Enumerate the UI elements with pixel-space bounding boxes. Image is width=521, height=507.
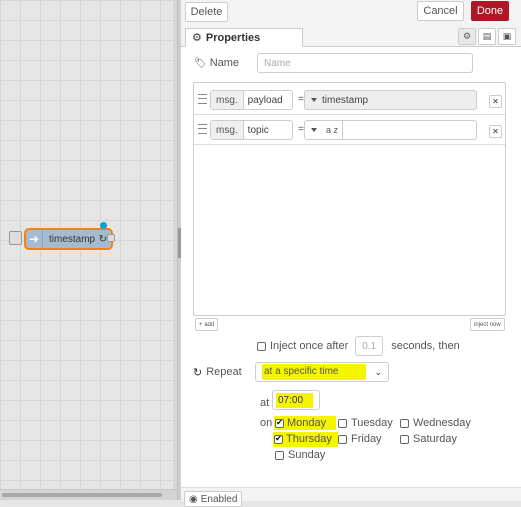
appearance-icon[interactable]: ▣ [498,28,516,45]
description-icon[interactable]: ▤ [478,28,496,45]
inject-once-delay-input[interactable]: 0.1 [355,336,384,356]
on-label: on [260,417,273,429]
inject-once-checkbox[interactable] [257,341,266,351]
edit-tray: Delete Cancel Done ⚙ Properties ⚙ ▤ ▣ 🏷 … [181,0,521,507]
properties-list: msg. payload = timestamp ✕ msg. topic = … [193,82,506,316]
value-type-select[interactable]: a z [304,120,477,140]
msg-property-input[interactable]: msg. payload [210,90,293,110]
tuesday-checkbox[interactable] [338,418,347,428]
name-label: Name [209,57,240,69]
list-item: msg. payload = timestamp ✕ [194,86,505,115]
tab-properties[interactable]: ⚙ Properties [185,28,303,47]
drag-handle-icon[interactable] [198,94,207,104]
value-type-select[interactable]: timestamp [304,90,477,110]
saturday-checkbox[interactable] [400,434,409,444]
day-sunday[interactable]: Sunday [275,449,325,461]
drag-handle-icon[interactable] [198,124,207,134]
chevron-down-icon [311,98,317,102]
time-input[interactable]: 07:00 [272,390,320,410]
tray-footer: ◉ Enabled [181,487,521,507]
inject-once-row: Inject once after 0.1 seconds, then [257,336,460,356]
remove-row-button[interactable]: ✕ [489,95,502,108]
inject-now-button[interactable]: inject now [470,318,505,331]
day-saturday[interactable]: Saturday [400,433,457,445]
settings-gear-icon[interactable]: ⚙ [458,28,476,45]
day-wednesday[interactable]: Wednesday [400,417,471,429]
tray-toolbar: Delete Cancel Done [181,0,521,27]
chevron-down-icon: ⌄ [374,366,382,377]
tag-icon: 🏷 [194,57,207,69]
day-friday[interactable]: Friday [338,433,382,445]
repeat-row: ↻ Repeat [193,366,242,379]
chevron-down-icon [311,128,317,132]
add-button[interactable]: + add [195,318,219,331]
msg-property-input[interactable]: msg. topic [210,120,293,140]
name-row: 🏷 Name Name [194,52,494,74]
sunday-checkbox[interactable] [275,450,284,460]
delete-button[interactable]: Delete [185,2,228,22]
enabled-toggle[interactable]: ◉ Enabled [184,491,243,507]
repeat-icon: ↻ [193,366,203,379]
plus-icon: + [199,321,203,328]
repeat-select[interactable]: at a specific time ⌄ [255,362,389,382]
node-inject-button[interactable] [9,231,22,245]
day-monday[interactable]: ✔ Monday [274,416,337,430]
name-field[interactable]: Name [257,53,473,73]
inject-node[interactable]: ➜ timestamp ↻ [24,228,113,250]
workspace-scrollbar-horizontal[interactable] [0,489,177,500]
cancel-button[interactable]: Cancel [417,1,464,21]
node-label: timestamp [49,233,96,245]
string-type-icon: a z [322,121,344,139]
toggle-on-icon: ◉ [189,493,198,505]
day-tuesday[interactable]: Tuesday [338,417,393,429]
node-changed-indicator [100,222,107,229]
node-output-port[interactable] [107,234,115,242]
tab-bar: ⚙ Properties ⚙ ▤ ▣ [181,26,521,47]
day-thursday[interactable]: ✔ Thursday [273,432,338,447]
wednesday-checkbox[interactable] [400,418,409,428]
done-button[interactable]: Done [471,1,509,21]
thursday-checkbox[interactable]: ✔ [274,434,283,444]
monday-checkbox[interactable]: ✔ [275,418,284,428]
arrow-in-icon: ➜ [26,230,43,248]
friday-checkbox[interactable] [338,434,347,444]
list-item: msg. topic = a z ✕ [194,116,505,145]
at-label: at [260,397,270,409]
remove-row-button[interactable]: ✕ [489,125,502,138]
gear-icon: ⚙ [192,32,202,44]
workspace-canvas[interactable]: ➜ timestamp ↻ [0,0,177,500]
